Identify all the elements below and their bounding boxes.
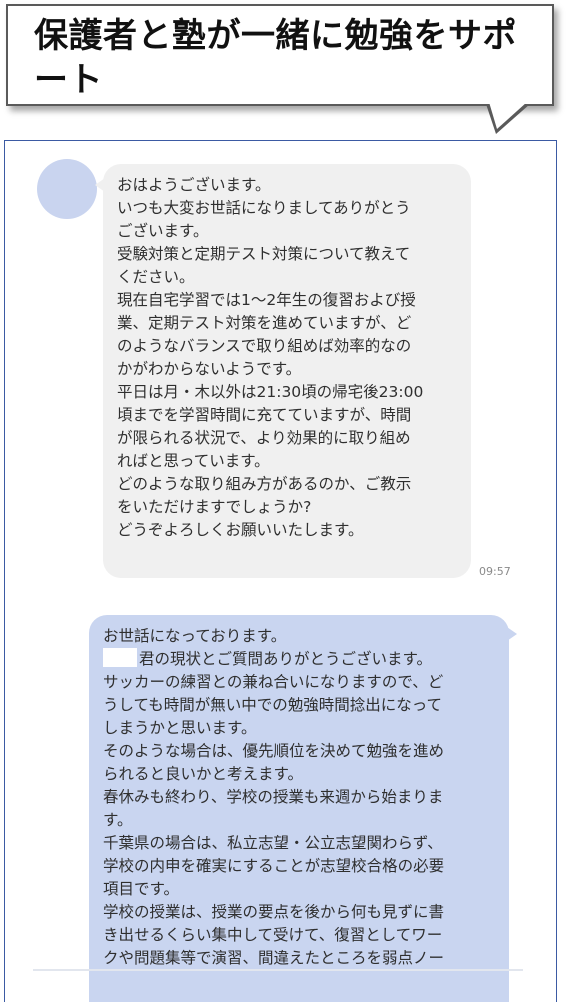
message-line: しまうかと思います。 bbox=[103, 719, 257, 737]
message-line: うしても時間が無い中での勉強時間捻出になって bbox=[103, 696, 442, 714]
redacted-name bbox=[103, 648, 137, 667]
message-line: られると良いかと考えます。 bbox=[103, 765, 303, 783]
message-line: どうぞよろしくお願いいたします。 bbox=[117, 521, 364, 539]
message-line-with-redaction: 君の現状とご質問ありがとうございます。 bbox=[103, 648, 501, 671]
message-line: が限られる状況で、より効果的に取り組め bbox=[117, 429, 411, 447]
message-line: 学校の授業は、授業の要点を後から何も見ずに書 bbox=[103, 903, 445, 921]
callout-title: 保護者と塾が一緒に勉強をサポート bbox=[34, 16, 517, 100]
message-line: のようなバランスで取り組めば効率的なの bbox=[117, 337, 412, 355]
message-timestamp: 09:57 bbox=[479, 565, 511, 578]
message-line: き出せるくらい集中して受けて、復習としてワー bbox=[103, 926, 443, 944]
message-line: 千葉県の場合は、私立志望・公立志望関わらず、 bbox=[103, 834, 443, 852]
outgoing-message-bubble[interactable]: お世話になっております。 君の現状とご質問ありがとうございます。 サッカーの練習… bbox=[89, 615, 517, 1002]
message-line: ください。 bbox=[117, 268, 195, 286]
chat-panel[interactable]: おはようございます。 いつも大変お世話になりましてありがとう ございます。 受験… bbox=[4, 140, 557, 1002]
message-line: ございます。 bbox=[117, 222, 209, 240]
message-line: そのような場合は、優先順位を決めて勉強を進め bbox=[103, 742, 445, 760]
message-line: どのような取り組み方があるのか、ご教示 bbox=[117, 475, 412, 493]
callout-box: 保護者と塾が一緒に勉強をサポート bbox=[6, 4, 554, 106]
message-line: す。 bbox=[103, 811, 133, 829]
message-line: をいただけますでしょうか? bbox=[117, 498, 312, 516]
message-line: クや問題集等で演習、間違えたところを弱点ノー bbox=[103, 949, 445, 967]
message-line: おはようございます。 bbox=[117, 176, 271, 194]
message-line: 業、定期テスト対策を進めていますが、ど bbox=[117, 314, 412, 332]
avatar[interactable] bbox=[37, 159, 97, 219]
message-line: 学校の内申を確実にすることが志望校合格の必要 bbox=[103, 857, 445, 875]
input-divider bbox=[33, 969, 523, 971]
message-line: サッカーの練習との兼ね合いになりますので、ど bbox=[103, 673, 444, 691]
message-line: 平日は月・木以外は21:30頃の帰宅後23:00 bbox=[117, 383, 424, 401]
message-line: 現在自宅学習では1〜2年生の復習および授 bbox=[117, 291, 416, 309]
message-line: いつも大変お世話になりましてありがとう bbox=[117, 199, 411, 217]
message-line-text: 君の現状とご質問ありがとうございます。 bbox=[139, 650, 432, 668]
callout-tail-fill bbox=[489, 102, 527, 129]
message-line: お世話になっております。 bbox=[103, 627, 287, 645]
message-line: 春休みも終わり、学校の授業も来週から始まりま bbox=[103, 788, 444, 806]
message-line: 頃までを学習時間に充てていますが、時間 bbox=[117, 406, 412, 424]
message-line: かがわからないようです。 bbox=[117, 360, 302, 378]
incoming-message-bubble[interactable]: おはようございます。 いつも大変お世話になりましてありがとう ございます。 受験… bbox=[95, 164, 471, 578]
message-line: ればと思っています。 bbox=[117, 452, 270, 470]
message-line: 項目です。 bbox=[103, 880, 179, 898]
message-line: 受験対策と定期テスト対策について教えて bbox=[117, 245, 411, 263]
